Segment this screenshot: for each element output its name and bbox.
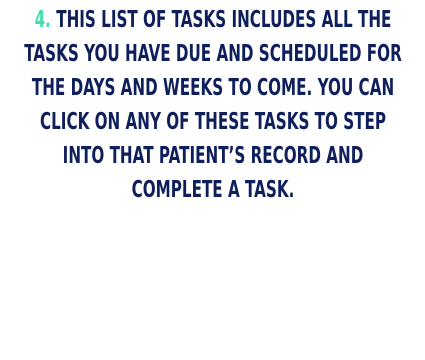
tip-line-6: COMPLETE A TASK. [131,177,295,203]
tip-line-2: TASKS YOU HAVE DUE AND SCHEDULED FOR [24,41,402,67]
tip-line-1: THIS LIST OF TASKS INCLUDES ALL THE [56,7,392,33]
tutorial-tip-text: 4. THIS LIST OF TASKS INCLUDES ALL THE T… [2,3,424,207]
tip-line-3: THE DAYS AND WEEKS TO COME. YOU CAN [31,75,395,101]
tip-line-5: INTO THAT PATIENT’S RECORD AND [62,143,364,169]
tip-line-4: CLICK ON ANY OF THESE TASKS TO STEP [39,109,387,135]
tutorial-tip-card: 4. THIS LIST OF TASKS INCLUDES ALL THE T… [0,0,425,360]
step-number: 4. [34,7,51,33]
